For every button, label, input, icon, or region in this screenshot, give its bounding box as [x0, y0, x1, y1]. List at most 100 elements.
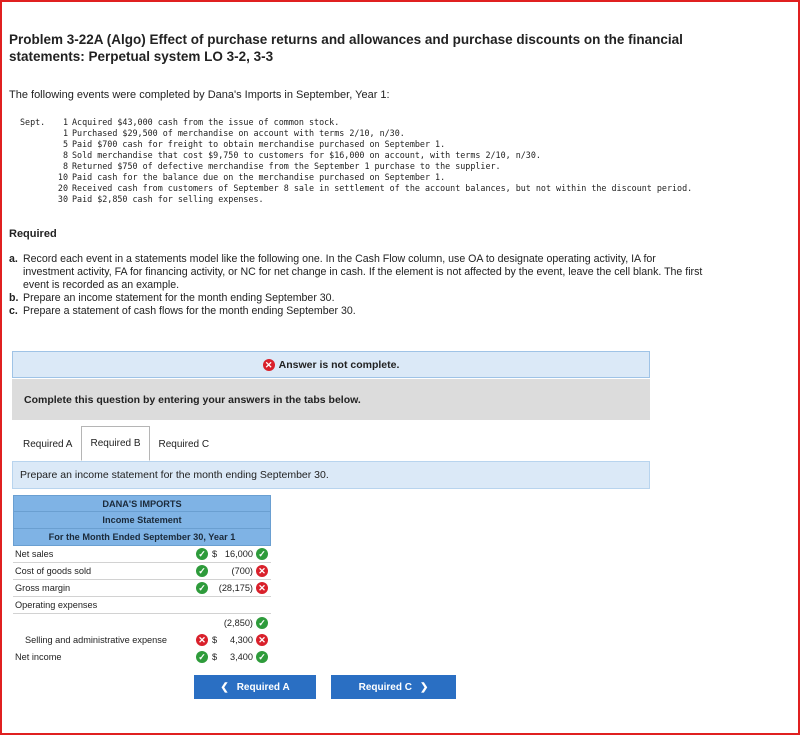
incorrect-x-icon: ✕ [256, 582, 268, 594]
requirement-letter: c. [9, 305, 18, 317]
statement-row-value[interactable]: $4,300 ✕ [209, 632, 271, 648]
event-day: 8 [62, 150, 68, 160]
statement-row: Net sales ✓ $16,000 ✓ [13, 546, 271, 563]
event-month [20, 150, 52, 161]
prev-required-a-button[interactable]: ❮ Required A [194, 675, 316, 699]
next-required-c-button[interactable]: Required C ❯ [331, 675, 456, 699]
statement-row: Selling and administrative expense ✕ $4,30… [13, 631, 271, 648]
statement-row-label[interactable]: Gross margin [13, 583, 195, 593]
statement-row: Cost of goods sold ✓ (700) ✕ [13, 563, 271, 580]
requirement-letter: b. [9, 292, 19, 304]
event-row: Sept. 1 Acquired $43,000 cash from the iss… [20, 117, 720, 128]
currency-symbol: $ [212, 634, 218, 645]
event-row: 8 Sold merchandise that cost $9,750 to cu… [20, 150, 720, 161]
event-row: 5 Paid $700 cash for freight to obtain me… [20, 139, 720, 150]
event-row: 20 Received cash from customers of Septem… [20, 183, 720, 194]
statement-row-label[interactable]: Net sales [13, 549, 195, 559]
label-mark: ✓ [195, 650, 209, 663]
statement-name: Income Statement [13, 512, 271, 529]
correct-check-icon: ✓ [196, 548, 208, 560]
amount: 3,400 [230, 651, 253, 662]
statement-period: For the Month Ended September 30, Year 1 [13, 529, 271, 546]
statement-row: Gross margin ✓ (28,175) ✕ [13, 580, 271, 597]
event-text: Paid cash for the balance due on the mer… [72, 172, 446, 182]
event-day: 1 [62, 117, 68, 127]
correct-check-icon: ✓ [196, 565, 208, 577]
statement-row-value[interactable]: (28,175) ✕ [209, 580, 271, 596]
event-text: Received cash from customers of Septembe… [72, 183, 693, 193]
answer-status-bar: ✕ Answer is not complete. [12, 351, 650, 378]
statement-row-value [209, 597, 271, 613]
next-button-label: Required C [358, 681, 412, 693]
requirement-text: Prepare an income statement for the mont… [23, 292, 335, 304]
correct-check-icon: ✓ [256, 650, 268, 663]
event-month [20, 128, 52, 139]
requirement-item: b. Prepare an income statement for the mo… [9, 292, 709, 305]
problem-intro: The following events were completed by D… [9, 89, 390, 101]
event-month: Sept. [20, 117, 46, 127]
instruction-box: Complete this question by entering your … [12, 379, 650, 420]
required-heading: Required [9, 228, 57, 240]
statement-row-value[interactable]: $3,400 ✓ [209, 649, 271, 665]
event-row: 8 Returned $750 of defective merchandise … [20, 161, 720, 172]
statement-row-value[interactable]: (2,850) ✓ [209, 615, 271, 631]
label-mark: ✓ [195, 565, 209, 577]
event-month [20, 172, 52, 183]
tab-prompt-text: Prepare an income statement for the mont… [20, 469, 329, 481]
amount: (28,175) [218, 583, 253, 593]
correct-check-icon: ✓ [196, 582, 208, 594]
event-day: 8 [62, 161, 68, 171]
amount: (2,850) [223, 617, 253, 628]
amount: 4,300 [230, 634, 253, 645]
event-text: Returned $750 of defective merchandise f… [72, 161, 501, 171]
currency-symbol: $ [212, 549, 218, 559]
statement-row-value[interactable]: (700) ✕ [209, 563, 271, 579]
incorrect-x-icon: ✕ [256, 565, 268, 577]
requirement-text: Record each event in a statements model … [23, 253, 703, 291]
event-day: 10 [57, 172, 68, 182]
correct-check-icon: ✓ [256, 616, 268, 629]
tab-prompt: Prepare an income statement for the mont… [12, 461, 650, 489]
chevron-left-icon: ❮ [220, 681, 229, 693]
statement-row-label[interactable]: Net income [13, 652, 195, 662]
tab-required-a[interactable]: Required A [14, 428, 82, 461]
event-row: 10 Paid cash for the balance due on the m… [20, 172, 720, 183]
event-month [20, 183, 52, 194]
answer-status-text: Answer is not complete. [278, 358, 400, 371]
statement-row: Operating expenses [13, 597, 271, 614]
event-month [20, 161, 52, 172]
amount: 16,000 [224, 549, 253, 559]
chevron-right-icon: ❯ [419, 681, 429, 693]
problem-title: Problem 3-22A (Algo) Effect of purchase … [9, 32, 683, 64]
event-row: 1 Purchased $29,500 of merchandise on acc… [20, 128, 720, 139]
event-month [20, 194, 52, 205]
event-day: 20 [57, 183, 68, 193]
income-statement: DANA'S IMPORTS Income Statement For the … [13, 495, 271, 665]
incorrect-x-icon: ✕ [196, 633, 208, 646]
statement-row: (2,850) ✓ [13, 614, 271, 631]
event-day: 30 [57, 194, 68, 204]
statement-row-label[interactable]: Operating expenses [13, 600, 195, 610]
requirement-text: Prepare a statement of cash flows for th… [23, 305, 356, 317]
requirement-letter: a. [9, 253, 18, 265]
requirement-item: c. Prepare a statement of cash flows for … [9, 305, 709, 318]
event-day: 1 [62, 128, 68, 138]
statement-row-value[interactable]: $16,000 ✓ [209, 546, 271, 562]
label-mark: ✓ [195, 582, 209, 594]
correct-check-icon: ✓ [196, 650, 208, 663]
event-month [20, 139, 52, 150]
statement-row: Net income ✓ $3,400 ✓ [13, 648, 271, 665]
statement-row-label[interactable]: Selling and administrative expense [13, 635, 195, 645]
label-mark: ✕ [195, 633, 209, 646]
tab-bar: Required A Required B Required C [14, 426, 219, 461]
tab-required-c[interactable]: Required C [149, 428, 219, 461]
label-mark: ✓ [195, 548, 209, 560]
currency-symbol: $ [212, 651, 218, 662]
event-text: Paid $700 cash for freight to obtain mer… [72, 139, 446, 149]
tab-required-b[interactable]: Required B [81, 426, 150, 461]
statement-row-label[interactable]: Cost of goods sold [13, 566, 195, 576]
event-text: Acquired $43,000 cash from the issue of … [72, 117, 340, 127]
correct-check-icon: ✓ [256, 548, 268, 560]
incorrect-x-icon: ✕ [256, 633, 268, 646]
event-text: Paid $2,850 cash for selling expenses. [72, 194, 264, 204]
